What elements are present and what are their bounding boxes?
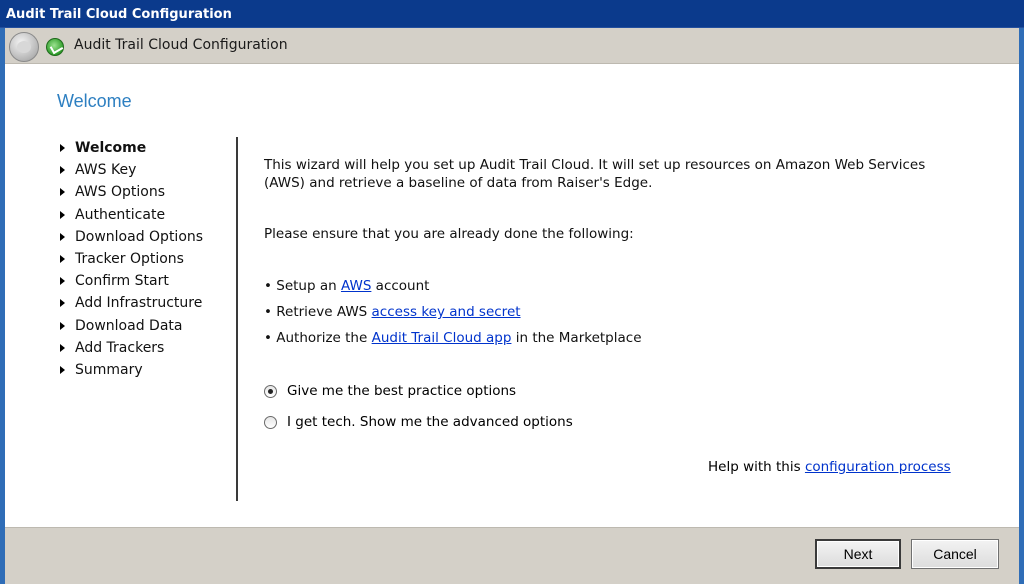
bullet-text: • Setup an (264, 278, 341, 294)
option-best-practice[interactable]: Give me the best practice options (264, 383, 516, 399)
back-button[interactable] (9, 32, 39, 62)
step-arrow-icon (60, 321, 65, 330)
step-label: Authenticate (75, 206, 166, 223)
step-item[interactable]: AWS Key (60, 159, 203, 181)
step-arrow-icon (60, 255, 65, 264)
option-advanced[interactable]: I get tech. Show me the advanced options (264, 414, 573, 430)
navigation-bar: Audit Trail Cloud Configuration (5, 28, 1019, 64)
step-label: Confirm Start (75, 273, 169, 290)
step-label: Download Options (75, 228, 204, 245)
step-item[interactable]: AWS Options (60, 181, 203, 203)
step-arrow-icon (60, 232, 65, 241)
step-label: Tracker Options (75, 251, 184, 268)
ensure-text: Please ensure that you are already done … (264, 226, 634, 242)
app-icon (46, 38, 64, 56)
bullet-text: • Authorize the (264, 330, 372, 346)
step-arrow-icon (60, 166, 65, 175)
step-label: Download Data (75, 317, 183, 334)
window-title: Audit Trail Cloud Configuration (6, 7, 232, 22)
step-arrow-icon (60, 299, 65, 308)
step-label: Welcome (75, 140, 147, 157)
step-item[interactable]: Add Trackers (60, 337, 203, 359)
access-key-link[interactable]: access key and secret (372, 304, 521, 320)
aws-link[interactable]: AWS (341, 278, 371, 294)
wizard-steps: Welcome AWS Key AWS Options Authenticate… (60, 137, 203, 381)
help-prefix: Help with this (708, 459, 805, 475)
next-button[interactable]: Next (815, 539, 901, 569)
step-item[interactable]: Confirm Start (60, 270, 203, 292)
step-item[interactable]: Tracker Options (60, 248, 203, 270)
step-label: Add Trackers (75, 339, 165, 356)
window-frame-left (0, 28, 5, 584)
nav-title: Audit Trail Cloud Configuration (74, 37, 288, 53)
step-label: Summary (75, 361, 143, 378)
window-frame-right (1019, 28, 1024, 584)
bullet-text: account (371, 278, 430, 294)
configuration-process-link[interactable]: configuration process (805, 459, 951, 475)
step-item[interactable]: Welcome (60, 137, 203, 159)
help-text: Help with this configuration process (708, 459, 951, 475)
step-arrow-icon (60, 210, 65, 219)
step-item[interactable]: Summary (60, 359, 203, 381)
step-label: AWS Key (75, 162, 137, 179)
bullet-access-key: • Retrieve AWS access key and secret (264, 304, 964, 320)
option-label: I get tech. Show me the advanced options (287, 414, 573, 430)
option-label: Give me the best practice options (287, 383, 517, 399)
step-item[interactable]: Download Options (60, 226, 203, 248)
bullet-text: • Retrieve AWS (264, 304, 372, 320)
step-arrow-icon (60, 144, 65, 153)
page-title: Welcome (57, 91, 132, 111)
window-titlebar: Audit Trail Cloud Configuration (0, 0, 1024, 28)
step-arrow-icon (60, 365, 65, 374)
step-arrow-icon (60, 277, 65, 286)
step-item[interactable]: Authenticate (60, 204, 203, 226)
intro-text: This wizard will help you set up Audit T… (264, 157, 926, 191)
bullet-authorize-app: • Authorize the Audit Trail Cloud app in… (264, 330, 964, 346)
divider (236, 137, 238, 501)
step-label: Add Infrastructure (75, 295, 203, 312)
radio-button[interactable] (264, 415, 277, 429)
step-item[interactable]: Download Data (60, 315, 203, 337)
step-arrow-icon (60, 343, 65, 352)
cancel-button[interactable]: Cancel (911, 539, 999, 569)
bullet-text: in the Marketplace (511, 330, 642, 346)
step-label: AWS Options (75, 184, 166, 201)
step-arrow-icon (60, 188, 65, 197)
step-item[interactable]: Add Infrastructure (60, 292, 203, 314)
bullet-aws-account: • Setup an AWS account (264, 278, 964, 294)
app-link[interactable]: Audit Trail Cloud app (372, 330, 512, 346)
radio-button-checked[interactable] (264, 384, 277, 398)
